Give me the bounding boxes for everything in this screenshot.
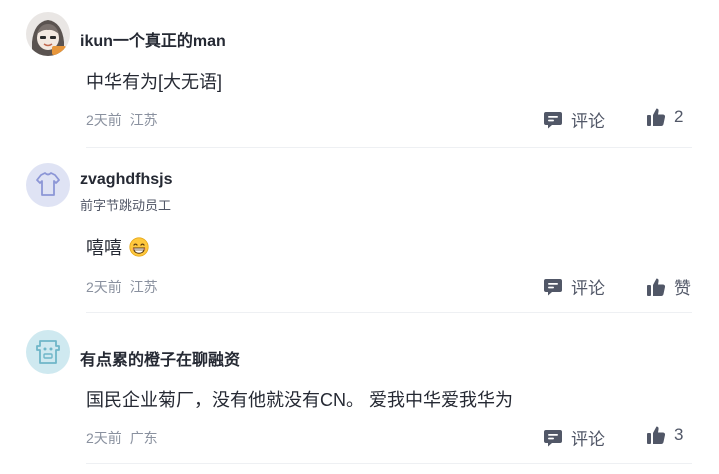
comment-button-label: 评论	[571, 430, 605, 449]
username[interactable]: ikun一个真正的man	[80, 27, 226, 51]
user-avatar[interactable]	[26, 12, 70, 56]
comment-meta: 2天前 江苏	[86, 110, 158, 130]
comment-meta: 2天前 广东	[86, 428, 158, 448]
like-count: 3	[674, 425, 684, 444]
like-button[interactable]: 2	[646, 107, 683, 127]
comment-time: 2天前	[86, 430, 122, 446]
comment-bubble-icon	[544, 429, 562, 446]
like-count: 赞	[674, 279, 691, 298]
comment-meta: 2天前 江苏	[86, 277, 158, 297]
comment-bubble-icon	[544, 278, 562, 295]
user-job-title: 前字节跳动员工	[80, 198, 172, 213]
comment-text: 嘻嘻	[86, 238, 122, 258]
thumbs-up-icon	[647, 278, 666, 296]
comment-location: 江苏	[129, 279, 158, 295]
comment-item-2: zvaghdfhsjs 前字节跳动员工 嘻嘻 2天前 江苏 评论 赞	[0, 150, 719, 314]
user-avatar[interactable]	[26, 330, 70, 374]
comment-content: 嘻嘻	[86, 234, 149, 262]
thumbs-up-icon	[647, 426, 666, 445]
comment-content: 国民企业菊厂，没有他就没有CN。 爱我中华爱我华为	[86, 390, 513, 410]
comment-button[interactable]: 评论	[543, 107, 605, 132]
comment-divider	[86, 312, 692, 313]
comment-location: 江苏	[129, 112, 158, 128]
comment-button[interactable]: 评论	[543, 425, 605, 450]
comment-location: 广东	[129, 430, 158, 446]
comment-bubble-icon	[544, 111, 562, 128]
comment-time: 2天前	[86, 279, 122, 295]
comment-divider	[86, 463, 692, 464]
username[interactable]: zvaghdfhsjs	[80, 171, 172, 189]
like-button[interactable]: 3	[646, 425, 683, 445]
username[interactable]: 有点累的橙子在聊融资	[80, 346, 240, 370]
comment-divider	[86, 147, 692, 148]
like-count: 2	[674, 107, 684, 126]
comment-button-label: 评论	[571, 112, 605, 131]
comment-button-label: 评论	[571, 279, 605, 298]
comment-content: 中华有为[大无语]	[86, 72, 223, 92]
comment-button[interactable]: 评论	[543, 274, 605, 299]
grinning-face-emoji	[129, 237, 149, 262]
like-button[interactable]: 赞	[646, 274, 691, 299]
thumbs-up-icon	[647, 108, 666, 127]
user-avatar[interactable]	[26, 163, 70, 207]
comment-item-1: ikun一个真正的man 中华有为[大无语] 2天前 江苏 评论 2	[0, 0, 719, 150]
comment-time: 2天前	[86, 112, 122, 128]
comment-item-3: 有点累的橙子在聊融资 国民企业菊厂，没有他就没有CN。 爱我中华爱我华为 2天前…	[0, 314, 719, 474]
